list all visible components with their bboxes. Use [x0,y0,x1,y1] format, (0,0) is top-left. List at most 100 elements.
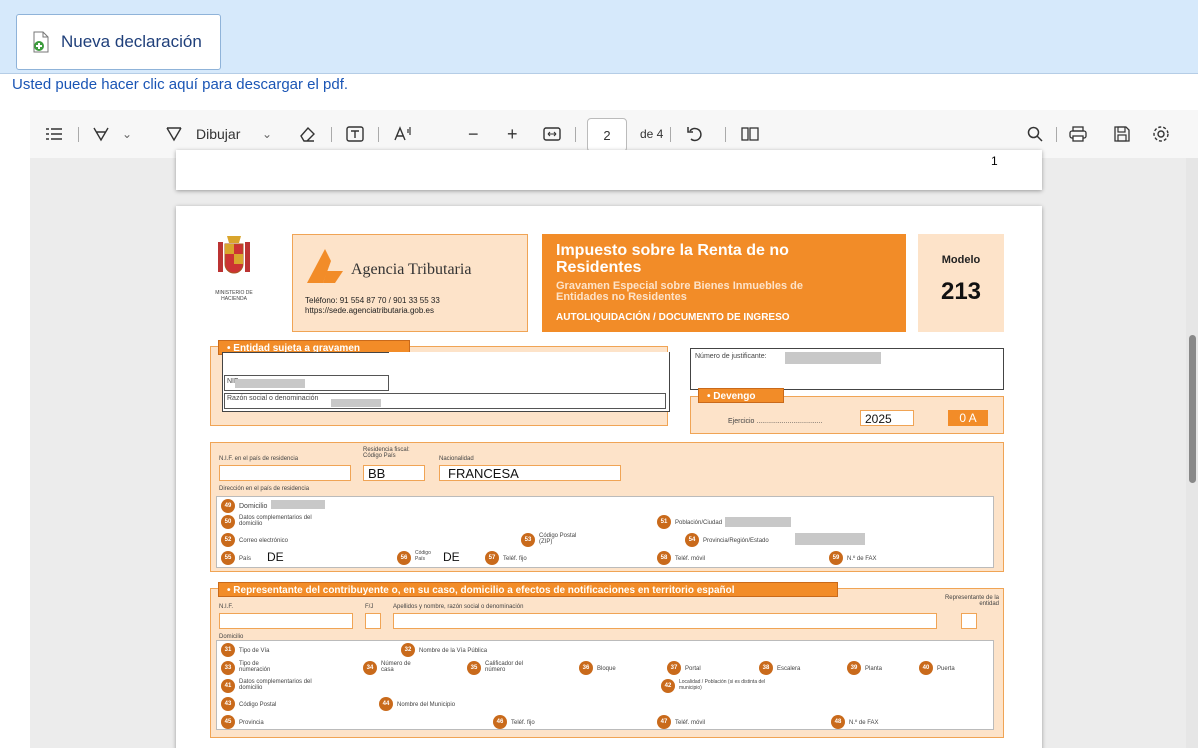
ministry-label: MINISTERIO DE HACIENDA [215,290,253,302]
redacted-domicilio [271,500,325,509]
telefono-fijo-label: Teléf. fijo [503,556,527,562]
modelo-number: 213 [940,278,982,305]
redacted-razon-social [331,399,381,407]
ejercicio-field[interactable]: 2025 [860,410,914,426]
rep-datos-complementarios-label: Datos complementarios del domicilio [239,679,312,691]
field-number-badge: 56 [397,551,411,565]
bloque-label: Bloque [597,666,616,672]
poblacion-label: Población/Ciudad [675,520,723,526]
highlight-icon[interactable] [92,110,110,158]
download-pdf-link[interactable]: Usted puede hacer clic aquí para descarg… [12,76,348,93]
codigo-postal-label: Código Postal (ZIP) [539,533,577,545]
razon-social-field[interactable]: Razón social o denominación [224,393,666,409]
new-document-icon [31,31,51,53]
rep-telefono-movil-label: Teléf. móvil [675,720,706,726]
contents-icon[interactable] [46,110,62,158]
agency-url: https://sede.agenciatributaria.gob.es [305,306,434,315]
rep-entidad-checkbox[interactable] [961,613,977,629]
nif-field[interactable]: NIF [224,375,389,391]
nif-pais-label: N.I.F. en el país de residencia [219,456,299,462]
field-number-badge: 33 [221,661,235,675]
field-number-badge: 31 [221,643,235,657]
field-number-badge: 49 [221,499,235,513]
rep-fj-field[interactable] [365,613,381,629]
new-declaration-button[interactable]: Nueva declaración [16,14,221,70]
tipo-numeracion-label: Tipo de numeración [239,661,271,673]
highlight-dropdown-icon[interactable]: ⌄ [122,110,132,158]
modelo-label: Modelo [941,254,981,266]
field-number-badge: 42 [661,679,675,693]
rep-entidad-label: Representante de la entidad [944,595,999,607]
form-title-box: Impuesto sobre la Renta de no Residentes… [542,234,906,332]
coat-of-arms-logo: MINISTERIO DE HACIENDA [214,234,254,308]
ejercicio-label: Ejercicio ..............................… [728,418,823,425]
direccion-pais-label: Dirección en el país de residencia [219,486,310,492]
toolbar-divider [331,127,332,142]
top-bar: Nueva declaración [0,0,1198,74]
agency-logo-icon [307,249,343,283]
rep-fj-label: F/J [365,604,374,610]
rep-provincia-label: Provincia [239,720,264,726]
form-subtitle-line3: AUTOLIQUIDACIÓN / DOCUMENTO DE INGRESO [556,312,790,323]
form-title-line2: Residentes [556,259,642,276]
scrollbar-thumb[interactable] [1189,335,1196,483]
localidad-label: Localidad / Población (si es distinta de… [679,679,766,691]
page-number-input[interactable]: 2 [587,118,627,152]
residencia-fiscal-field[interactable]: BB [363,465,425,481]
residencia-fiscal-label: Residencia fiscal: Código País [363,447,410,459]
nacionalidad-field[interactable]: FRANCESA [439,465,621,481]
field-number-badge: 37 [667,661,681,675]
calificador-label: Calificador del número [485,661,524,673]
domicilio-label: Domicilio [239,503,268,510]
rep-nif-field[interactable] [219,613,353,629]
datos-complementarios-label: Datos complementarios del domicilio [239,515,312,527]
redacted-poblacion [725,517,791,527]
field-number-badge: 54 [685,533,699,547]
toolbar-divider [670,127,671,142]
field-number-badge: 52 [221,533,235,547]
field-number-badge: 55 [221,551,235,565]
form-title-line1: Impuesto sobre la Renta de no [556,242,789,259]
field-number-badge: 45 [221,715,235,729]
rep-nombre-field[interactable] [393,613,937,629]
rep-telefono-fijo-label: Teléf. fijo [511,720,535,726]
codigo-pais-value: DE [443,550,460,564]
field-number-badge: 38 [759,661,773,675]
nombre-via-label: Nombre de la Vía Pública [419,648,488,654]
pais-value: DE [267,550,284,564]
portal-label: Portal [685,666,701,672]
field-number-badge: 53 [521,533,535,547]
rep-nombre-label: Apellidos y nombre, razón social o denom… [393,604,524,610]
save-icon[interactable] [1114,110,1130,158]
vertical-scrollbar[interactable] [1186,158,1198,748]
tipo-via-label: Tipo de Vía [239,648,270,654]
agency-name: Agencia Tributaria [351,261,472,278]
fax-label: N.º de FAX [847,556,877,562]
field-number-badge: 34 [363,661,377,675]
pdf-page-1: 1 [176,150,1042,190]
correo-label: Correo electrónico [239,538,289,544]
field-number-badge: 39 [847,661,861,675]
print-icon[interactable] [1069,110,1087,158]
field-number-badge: 41 [221,679,235,693]
representante-section-title: • Representante del contribuyente o, en … [218,582,838,597]
rep-domicilio-grid: 31 Tipo de Vía 32 Nombre de la Vía Pública… [216,640,994,730]
toolbar-divider [575,127,576,142]
field-number-badge: 36 [579,661,593,675]
nif-pais-field[interactable] [219,465,351,481]
devengo-section-title: • Devengo [698,388,784,403]
municipio-label: Nombre del Municipio [397,702,456,708]
justificante-field[interactable]: Número de justificante: [690,348,1004,390]
periodo-field[interactable]: 0 A [948,410,988,426]
field-number-badge: 32 [401,643,415,657]
new-declaration-label: Nueva declaración [61,32,202,51]
toolbar-divider [378,127,379,142]
field-number-badge: 35 [467,661,481,675]
page-footer-number: 1 [991,154,998,168]
field-number-badge: 44 [379,697,393,711]
rep-codigo-postal-label: Código Postal [239,702,277,708]
field-number-badge: 59 [829,551,843,565]
planta-label: Planta [865,666,883,672]
telefono-movil-label: Teléf. móvil [675,556,706,562]
settings-gear-icon[interactable] [1152,110,1170,158]
